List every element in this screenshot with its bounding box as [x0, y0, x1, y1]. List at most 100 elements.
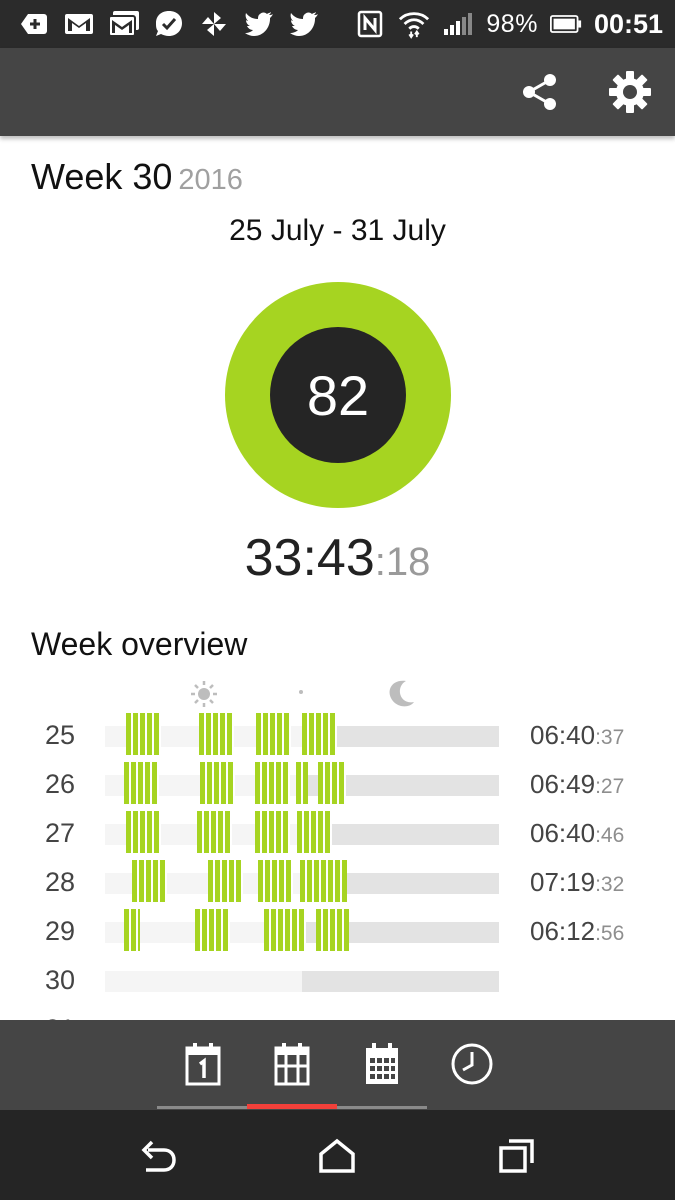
check-bubble-icon: [153, 9, 185, 39]
week-year: 2016: [178, 164, 243, 196]
score-ring: 82: [225, 282, 451, 508]
sleep-block: [197, 811, 232, 853]
sleep-duration: 07:19:32: [530, 867, 624, 898]
sleep-block: [124, 909, 140, 951]
duration-main: 06:49: [530, 769, 596, 799]
tab-day[interactable]: [173, 1036, 233, 1092]
sleep-block: [318, 762, 346, 804]
date-range: 25 July - 31 July: [229, 214, 446, 247]
day-row[interactable]: 25 06:40:37: [0, 710, 675, 759]
sleep-block: [258, 860, 293, 902]
dot-icon: [299, 690, 303, 694]
sleep-block: [264, 909, 306, 951]
day-calendar-icon: [185, 1043, 221, 1086]
clock-icon: [451, 1043, 493, 1085]
week-overview-chart: 25 06:40:37 26 06:49:27 27 06:40:46 28 0…: [0, 710, 675, 1020]
total-sleep-time: 33:43:18: [0, 528, 675, 588]
twitter-icon: [288, 9, 320, 39]
sleep-block: [300, 860, 347, 902]
sleep-timeline: [105, 713, 499, 755]
duration-seconds: :37: [595, 726, 625, 749]
sleep-timeline: [105, 860, 499, 902]
sleep-timeline: [105, 762, 499, 804]
sleep-block: [255, 811, 290, 853]
day-row[interactable]: 28 07:19:32: [0, 857, 675, 906]
sun-icon: [191, 681, 217, 707]
home-button[interactable]: [314, 1134, 360, 1178]
system-indicators: 98% 00:51: [354, 9, 675, 40]
day-number: 30: [45, 965, 76, 995]
sleep-block: [208, 860, 243, 902]
battery-icon: [549, 9, 582, 39]
day-row[interactable]: 30: [0, 955, 675, 1004]
total-time-main: 33:43: [244, 529, 375, 587]
sleep-block: [126, 713, 161, 755]
sleep-duration: 06:40:46: [530, 818, 624, 849]
sleep-block: [297, 811, 332, 853]
sleep-block: [200, 762, 235, 804]
gear-icon: [609, 71, 651, 113]
tab-week[interactable]: [262, 1036, 322, 1092]
day-number: 26: [45, 769, 76, 799]
sleep-block: [132, 860, 167, 902]
sleep-duration: 06:12:56: [530, 916, 624, 947]
back-button[interactable]: [135, 1134, 181, 1178]
day-row[interactable]: 27 06:40:46: [0, 808, 675, 857]
week-calendar-icon: [274, 1043, 310, 1086]
recents-icon: [499, 1139, 534, 1173]
recents-button[interactable]: [494, 1134, 540, 1178]
day-row[interactable]: 26 06:49:27: [0, 759, 675, 808]
sleep-block: [302, 713, 337, 755]
gmail-icon: [108, 9, 140, 39]
signal-icon: [442, 9, 474, 39]
home-icon: [319, 1138, 355, 1173]
clock-time: 00:51: [593, 8, 663, 39]
system-nav-bar: [0, 1110, 675, 1200]
sleep-block: [316, 909, 349, 951]
gmail-icon: [63, 9, 95, 39]
active-tab-indicator: [247, 1104, 337, 1109]
sleep-block: [255, 762, 290, 804]
duration-seconds: :56: [595, 922, 625, 945]
pinwheel-icon: [198, 9, 230, 39]
duration-main: 07:19: [530, 867, 596, 897]
total-time-seconds: :18: [374, 540, 431, 584]
wifi-icon: [398, 9, 430, 39]
day-number: 28: [45, 867, 76, 897]
twitter-icon: [243, 9, 275, 39]
month-calendar-icon: [366, 1043, 398, 1084]
duration-main: 06:40: [530, 720, 596, 750]
share-button[interactable]: [516, 68, 564, 116]
duration-main: 06:40: [530, 818, 596, 848]
moon-icon: [389, 680, 414, 707]
week-label: Week 30: [31, 156, 173, 197]
day-number: 25: [45, 720, 76, 750]
sleep-duration: 06:49:27: [530, 769, 624, 800]
score-value: 82: [306, 363, 370, 427]
sleep-block: [256, 713, 291, 755]
day-row[interactable]: 31: [0, 1004, 675, 1020]
sleep-timeline: [105, 909, 499, 951]
tab-month[interactable]: [352, 1036, 412, 1092]
sleep-duration: 06:40:37: [530, 720, 624, 751]
sleep-block: [195, 909, 230, 951]
day-number: 29: [45, 916, 76, 946]
sleep-block: [199, 713, 234, 755]
day-number: 27: [45, 818, 76, 848]
back-icon: [141, 1140, 176, 1172]
sleep-block: [296, 762, 308, 804]
duration-seconds: :46: [595, 824, 625, 847]
day-row[interactable]: 29 06:12:56: [0, 906, 675, 955]
week-overview-title: Week overview: [31, 626, 248, 662]
duration-seconds: :27: [595, 775, 625, 798]
bottom-tab-bar: [0, 1020, 675, 1110]
sleep-timeline: [105, 811, 499, 853]
sleep-timeline: [105, 971, 499, 992]
nfc-icon: [354, 9, 386, 39]
duration-main: 06:12: [530, 916, 596, 946]
duration-seconds: :32: [595, 873, 625, 896]
settings-button[interactable]: [604, 66, 656, 118]
sleep-block: [126, 811, 161, 853]
app-bar: [0, 48, 675, 136]
tab-clock[interactable]: [442, 1036, 502, 1092]
